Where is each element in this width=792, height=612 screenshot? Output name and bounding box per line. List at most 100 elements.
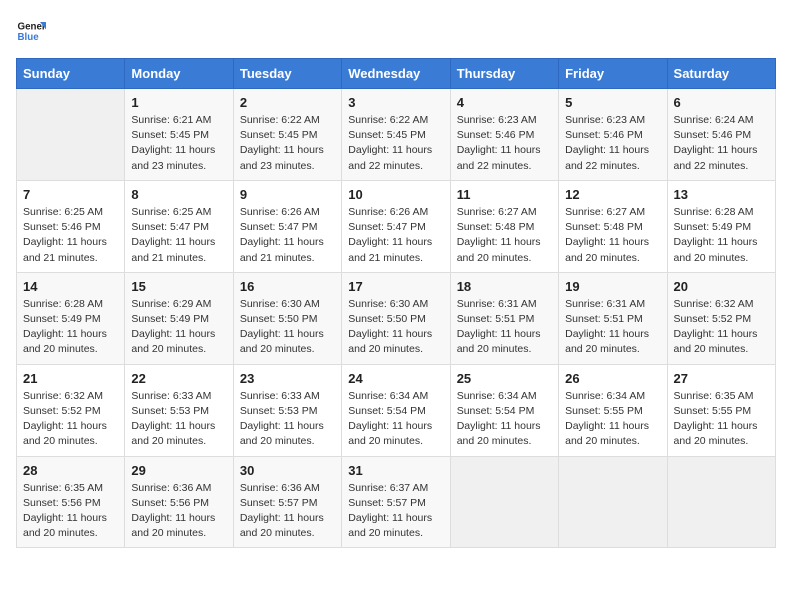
day-number: 25 [457, 371, 552, 386]
day-info: Sunrise: 6:33 AM Sunset: 5:53 PM Dayligh… [240, 389, 335, 450]
day-number: 16 [240, 279, 335, 294]
calendar-cell [450, 456, 558, 548]
calendar-cell: 15Sunrise: 6:29 AM Sunset: 5:49 PM Dayli… [125, 272, 233, 364]
day-info: Sunrise: 6:35 AM Sunset: 5:56 PM Dayligh… [23, 481, 118, 542]
calendar-cell: 7 Sunrise: 6:25 AM Sunset: 5:46 PM Daylig… [17, 180, 125, 272]
day-number: 17 [348, 279, 443, 294]
day-info: Sunrise: 6:27 AM Sunset: 5:48 PM Dayligh… [457, 205, 552, 266]
day-number: 8 [131, 187, 226, 202]
week-row-2: 7 Sunrise: 6:25 AM Sunset: 5:46 PM Daylig… [17, 180, 776, 272]
week-row-1: 1 Sunrise: 6:21 AM Sunset: 5:45 PM Daylig… [17, 89, 776, 181]
header: General Blue [16, 16, 776, 46]
day-number: 11 [457, 187, 552, 202]
day-info: Sunrise: 6:28 AM Sunset: 5:49 PM Dayligh… [674, 205, 769, 266]
day-number: 23 [240, 371, 335, 386]
day-info: Sunrise: 6:33 AM Sunset: 5:53 PM Dayligh… [131, 389, 226, 450]
calendar-cell: 28 Sunrise: 6:35 AM Sunset: 5:56 PM Dayli… [17, 456, 125, 548]
day-number: 20 [674, 279, 769, 294]
day-number: 31 [348, 463, 443, 478]
calendar-cell: 2Sunrise: 6:22 AM Sunset: 5:45 PM Daylig… [233, 89, 341, 181]
calendar-cell: 23 Sunrise: 6:33 AM Sunset: 5:53 PM Dayli… [233, 364, 341, 456]
logo-icon: General Blue [16, 16, 46, 46]
day-number: 26 [565, 371, 660, 386]
day-info: Sunrise: 6:26 AM Sunset: 5:47 PM Dayligh… [348, 205, 443, 266]
calendar-cell: 31 Sunrise: 6:37 AM Sunset: 5:57 PM Dayli… [342, 456, 450, 548]
day-info: Sunrise: 6:36 AM Sunset: 5:57 PM Dayligh… [240, 481, 335, 542]
week-row-4: 21 Sunrise: 6:32 AM Sunset: 5:52 PM Dayli… [17, 364, 776, 456]
day-info: Sunrise: 6:34 AM Sunset: 5:54 PM Dayligh… [457, 389, 552, 450]
calendar-cell: 22 Sunrise: 6:33 AM Sunset: 5:53 PM Dayli… [125, 364, 233, 456]
day-info: Sunrise: 6:37 AM Sunset: 5:57 PM Dayligh… [348, 481, 443, 542]
day-info: Sunrise: 6:30 AM Sunset: 5:50 PM Dayligh… [348, 297, 443, 358]
calendar-cell: 14Sunrise: 6:28 AM Sunset: 5:49 PM Dayli… [17, 272, 125, 364]
day-number: 4 [457, 95, 552, 110]
day-info: Sunrise: 6:23 AM Sunset: 5:46 PM Dayligh… [565, 113, 660, 174]
weekday-header-thursday: Thursday [450, 59, 558, 89]
day-number: 5 [565, 95, 660, 110]
day-number: 27 [674, 371, 769, 386]
svg-text:Blue: Blue [18, 32, 40, 43]
calendar-table: SundayMondayTuesdayWednesdayThursdayFrid… [16, 58, 776, 548]
day-number: 6 [674, 95, 769, 110]
calendar-cell: 10 Sunrise: 6:26 AM Sunset: 5:47 PM Dayli… [342, 180, 450, 272]
day-info: Sunrise: 6:35 AM Sunset: 5:55 PM Dayligh… [674, 389, 769, 450]
calendar-cell: 13 Sunrise: 6:28 AM Sunset: 5:49 PM Dayli… [667, 180, 775, 272]
calendar-cell: 9 Sunrise: 6:26 AM Sunset: 5:47 PM Daylig… [233, 180, 341, 272]
calendar-cell: 6 Sunrise: 6:24 AM Sunset: 5:46 PM Daylig… [667, 89, 775, 181]
calendar-cell: 25 Sunrise: 6:34 AM Sunset: 5:54 PM Dayli… [450, 364, 558, 456]
weekday-header-monday: Monday [125, 59, 233, 89]
day-info: Sunrise: 6:25 AM Sunset: 5:46 PM Dayligh… [23, 205, 118, 266]
day-number: 18 [457, 279, 552, 294]
day-info: Sunrise: 6:25 AM Sunset: 5:47 PM Dayligh… [131, 205, 226, 266]
day-number: 28 [23, 463, 118, 478]
day-number: 29 [131, 463, 226, 478]
day-number: 13 [674, 187, 769, 202]
weekday-header-tuesday: Tuesday [233, 59, 341, 89]
calendar-cell: 4 Sunrise: 6:23 AM Sunset: 5:46 PM Daylig… [450, 89, 558, 181]
calendar-cell [559, 456, 667, 548]
day-info: Sunrise: 6:26 AM Sunset: 5:47 PM Dayligh… [240, 205, 335, 266]
day-number: 19 [565, 279, 660, 294]
day-info: Sunrise: 6:32 AM Sunset: 5:52 PM Dayligh… [674, 297, 769, 358]
day-number: 10 [348, 187, 443, 202]
day-info: Sunrise: 6:27 AM Sunset: 5:48 PM Dayligh… [565, 205, 660, 266]
day-number: 24 [348, 371, 443, 386]
weekday-header-row: SundayMondayTuesdayWednesdayThursdayFrid… [17, 59, 776, 89]
day-info: Sunrise: 6:32 AM Sunset: 5:52 PM Dayligh… [23, 389, 118, 450]
day-number: 1 [131, 95, 226, 110]
weekday-header-friday: Friday [559, 59, 667, 89]
day-info: Sunrise: 6:31 AM Sunset: 5:51 PM Dayligh… [565, 297, 660, 358]
day-number: 15 [131, 279, 226, 294]
calendar-cell: 30Sunrise: 6:36 AM Sunset: 5:57 PM Dayli… [233, 456, 341, 548]
calendar-cell: 8 Sunrise: 6:25 AM Sunset: 5:47 PM Daylig… [125, 180, 233, 272]
day-info: Sunrise: 6:31 AM Sunset: 5:51 PM Dayligh… [457, 297, 552, 358]
calendar-cell: 17 Sunrise: 6:30 AM Sunset: 5:50 PM Dayli… [342, 272, 450, 364]
calendar-cell: 11 Sunrise: 6:27 AM Sunset: 5:48 PM Dayli… [450, 180, 558, 272]
calendar-cell: 24 Sunrise: 6:34 AM Sunset: 5:54 PM Dayli… [342, 364, 450, 456]
logo: General Blue [16, 16, 46, 46]
day-info: Sunrise: 6:34 AM Sunset: 5:54 PM Dayligh… [348, 389, 443, 450]
calendar-cell: 1 Sunrise: 6:21 AM Sunset: 5:45 PM Daylig… [125, 89, 233, 181]
day-info: Sunrise: 6:24 AM Sunset: 5:46 PM Dayligh… [674, 113, 769, 174]
day-number: 3 [348, 95, 443, 110]
calendar-cell: 29Sunrise: 6:36 AM Sunset: 5:56 PM Dayli… [125, 456, 233, 548]
day-info: Sunrise: 6:28 AM Sunset: 5:49 PM Dayligh… [23, 297, 118, 358]
day-number: 12 [565, 187, 660, 202]
day-number: 21 [23, 371, 118, 386]
calendar-cell: 20 Sunrise: 6:32 AM Sunset: 5:52 PM Dayli… [667, 272, 775, 364]
day-info: Sunrise: 6:30 AM Sunset: 5:50 PM Dayligh… [240, 297, 335, 358]
week-row-5: 28 Sunrise: 6:35 AM Sunset: 5:56 PM Dayli… [17, 456, 776, 548]
calendar-cell: 16 Sunrise: 6:30 AM Sunset: 5:50 PM Dayli… [233, 272, 341, 364]
calendar-cell: 26 Sunrise: 6:34 AM Sunset: 5:55 PM Dayli… [559, 364, 667, 456]
day-number: 22 [131, 371, 226, 386]
day-info: Sunrise: 6:23 AM Sunset: 5:46 PM Dayligh… [457, 113, 552, 174]
week-row-3: 14Sunrise: 6:28 AM Sunset: 5:49 PM Dayli… [17, 272, 776, 364]
day-number: 9 [240, 187, 335, 202]
calendar-cell: 12 Sunrise: 6:27 AM Sunset: 5:48 PM Dayli… [559, 180, 667, 272]
calendar-cell [17, 89, 125, 181]
day-info: Sunrise: 6:34 AM Sunset: 5:55 PM Dayligh… [565, 389, 660, 450]
day-number: 7 [23, 187, 118, 202]
calendar-cell: 21 Sunrise: 6:32 AM Sunset: 5:52 PM Dayli… [17, 364, 125, 456]
calendar-cell: 27 Sunrise: 6:35 AM Sunset: 5:55 PM Dayli… [667, 364, 775, 456]
day-info: Sunrise: 6:21 AM Sunset: 5:45 PM Dayligh… [131, 113, 226, 174]
